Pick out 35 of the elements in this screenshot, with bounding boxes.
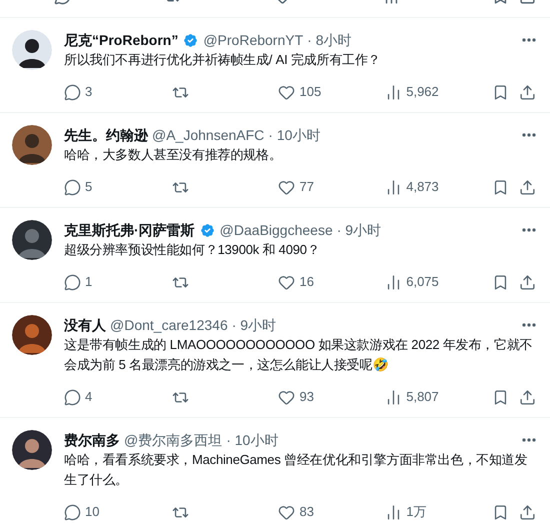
post-text: 所以我们不再进行优化并祈祷帧生成/ AI 完成所有工作？ <box>64 51 382 69</box>
user-name[interactable]: 没有人 <box>64 315 106 335</box>
user-name[interactable]: 费尔南多 <box>64 430 120 450</box>
user-handle[interactable]: @Dont_care12346 <box>110 315 228 335</box>
post-time[interactable]: · 10小时 <box>268 125 320 145</box>
user-handle[interactable]: @ProRebornYT <box>203 30 304 50</box>
views-button[interactable]: 5,807 <box>385 387 439 407</box>
user-handle[interactable]: @DaaBiggcheese <box>220 220 333 240</box>
views-button[interactable]: 5,962 <box>385 82 439 102</box>
user-handle[interactable]: @A_JohnsenAFC <box>152 125 264 145</box>
post-text: 哈哈，大多数人甚至没有推荐的规格。 <box>64 146 283 164</box>
views-button[interactable]: 6,075 <box>385 272 439 292</box>
post-text: 超级分辨率预设性能如何？13900k 和 4090？ <box>64 241 321 259</box>
reply-button[interactable]: 4 <box>64 387 92 407</box>
views-button[interactable]: 1万 <box>385 502 426 522</box>
post-time[interactable]: · 10小时 <box>226 430 278 450</box>
reply-button[interactable]: 1 <box>64 272 92 292</box>
like-button[interactable]: 93 <box>278 387 314 407</box>
user-handle[interactable]: @费尔南多西坦 <box>124 430 222 450</box>
post-text: 哈哈，看看系统要求，MachineGames 曾经在优化和引擎方面非常出色，不知道发生了什么。 <box>64 451 528 489</box>
user-name[interactable]: 克里斯托弗·冈萨雷斯 <box>64 220 195 240</box>
views-button[interactable]: 4,873 <box>385 177 439 197</box>
post-time[interactable]: · 9小时 <box>336 220 382 240</box>
post-text: 这是带有帧生成的 LMAOOOOOOOOOOOO 如果这款游戏在 2022 年发布，它就不会成为前 5 名最漂亮的游戏之一，这怎么能让人接受呢🤣 <box>64 336 534 374</box>
user-name[interactable]: 先生。约翰逊 <box>64 125 148 145</box>
post-time[interactable]: · 8小时 <box>307 30 352 50</box>
like-button[interactable]: 83 <box>278 502 314 522</box>
reply-button[interactable]: 3 <box>64 82 92 102</box>
like-button[interactable]: 105 <box>278 82 322 102</box>
like-button[interactable]: 77 <box>278 177 314 197</box>
post-time[interactable]: · 9小时 <box>232 315 276 335</box>
like-button[interactable]: 16 <box>278 272 314 292</box>
user-name[interactable]: 尼克“ProReborn” <box>64 30 178 50</box>
reply-button[interactable]: 10 <box>64 502 100 522</box>
reply-button[interactable]: 5 <box>64 177 92 197</box>
